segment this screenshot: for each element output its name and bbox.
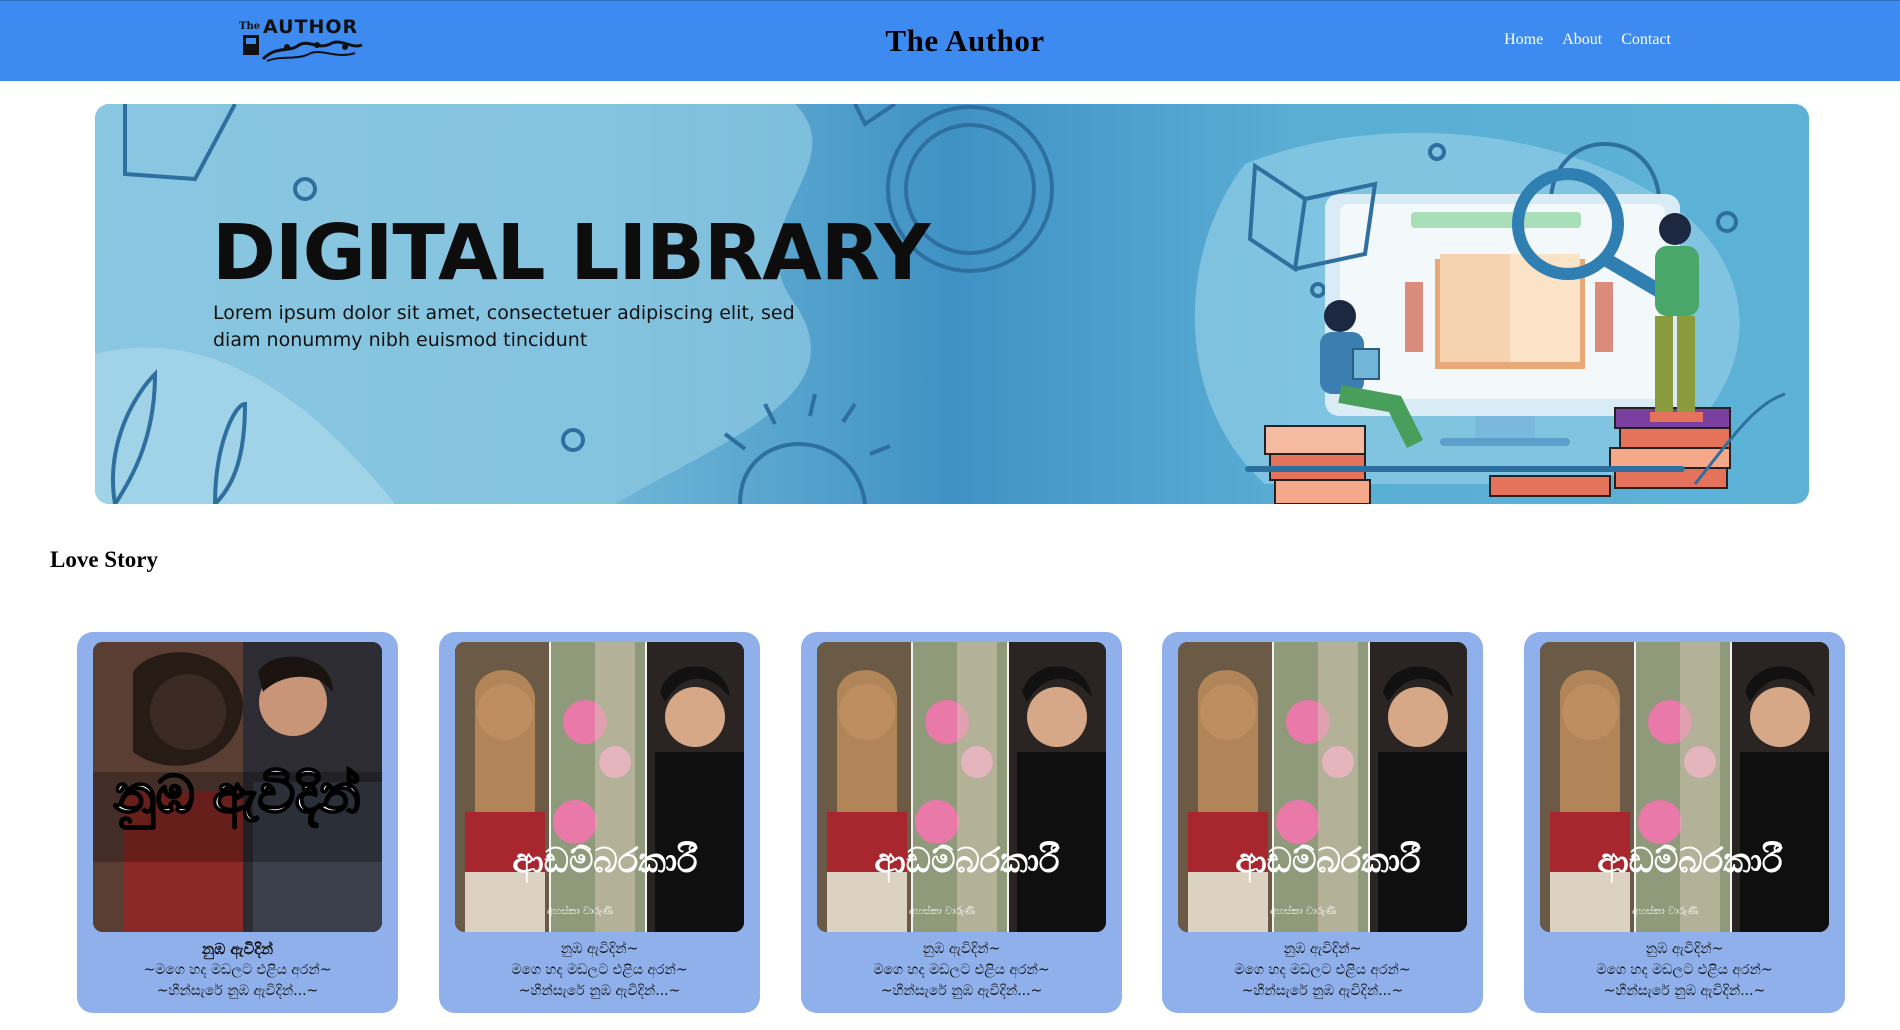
card-line-3: ~හීන්සැරේ නුඹ ඇවිදින්...~ (156, 983, 319, 999)
book-cover[interactable]: ආඩම්බරකාරී අහස්කා වාරුණී (817, 642, 1106, 932)
card-line-1: නුඹ ඇවිදින් (201, 940, 274, 958)
cover-author: අහස්කා වාරුණී (1632, 904, 1698, 917)
book-cover[interactable]: ආඩම්බරකාරී අහස්කා වාරුණී (455, 642, 744, 932)
cover-image: නුඹ ඇවිදින් (93, 642, 382, 932)
card-line-1: නුඹ ඇවිදින්~ (1283, 941, 1362, 957)
cover-title: නුඹ ඇවිදින් (114, 765, 361, 829)
cover-author: අහස්කා වාරුණී (547, 904, 613, 917)
top-navbar: The AUTHOR The Author Home About Contact (0, 0, 1900, 81)
book-cover[interactable]: නුඹ ඇවිදින් (93, 642, 382, 932)
card-description: නුඹ ඇවිදින් ~මගෙ හද මඩලට එළිය අරන්~ ~හීන… (77, 939, 398, 1002)
banner-title: DIGITAL LIBRARY (212, 209, 931, 298)
cover-title: ආඩම්බරකාරී (874, 840, 1060, 883)
cover-title: ආඩම්බරකාරී (512, 840, 698, 883)
cover-title: ආඩම්බරකාරී (1235, 840, 1421, 883)
card-line-1: නුඹ ඇවිදින්~ (560, 941, 639, 957)
cover-image: ආඩම්බරකාරී අහස්කා වාරුණී (1540, 642, 1829, 932)
card-line-2: ~මගෙ හද මඩලට එළිය අරන්~ (143, 962, 332, 978)
nav-about-link[interactable]: About (1562, 31, 1602, 49)
card-line-1: නුඹ ඇවිදින්~ (1645, 941, 1724, 957)
main-nav: Home About Contact (1504, 31, 1671, 49)
book-cover[interactable]: ආඩම්බරකාරී අහස්කා වාරුණී (1178, 642, 1467, 932)
card-line-2: මගෙ හද මඩලට එළිය අරන්~ (511, 962, 688, 978)
cover-image: ආඩම්බරකාරී අහස්කා වාරුණී (1178, 642, 1467, 932)
book-cover[interactable]: ආඩම්බරකාරී අහස්කා වාරුණී (1540, 642, 1829, 932)
nav-contact-link[interactable]: Contact (1621, 31, 1671, 49)
book-card[interactable]: නුඹ ඇවිදින් නුඹ ඇවිදින් ~මගෙ හද මඩලට එළි… (77, 632, 398, 1013)
card-line-3: ~හීන්සැරේ නුඹ ඇවිදින්...~ (1603, 983, 1766, 999)
cover-image: ආඩම්බරකාරී අහස්කා වාරුණී (455, 642, 744, 932)
book-card[interactable]: ආඩම්බරකාරී අහස්කා වාරුණී නුඹ ඇවිදින්~ මග… (439, 632, 760, 1013)
section-title: Love Story (50, 547, 158, 572)
book-card[interactable]: ආඩම්බරකාරී අහස්කා වාරුණී නුඹ ඇවිදින්~ මග… (1524, 632, 1845, 1013)
cover-author: අහස්කා වාරුණී (1270, 904, 1336, 917)
cover-author: අහස්කා වාරුණී (909, 904, 975, 917)
book-card-list: නුඹ ඇවිදින් නුඹ ඇවිදින් ~මගෙ හද මඩලට එළි… (77, 632, 1847, 1015)
card-description: නුඹ ඇවිදින්~ මගෙ හද මඩලට එළිය අරන්~ ~හීන… (1524, 939, 1845, 1002)
card-line-1: නුඹ ඇවිදින්~ (922, 941, 1001, 957)
banner-subtitle: Lorem ipsum dolor sit amet, consectetuer… (213, 302, 795, 351)
hero-banner: DIGITAL LIBRARY Lorem ipsum dolor sit am… (95, 104, 1809, 504)
card-line-2: මගෙ හද මඩලට එළිය අරන්~ (1596, 962, 1773, 978)
cover-image: ආඩම්බරකාරී අහස්කා වාරුණී (817, 642, 1106, 932)
cover-title: ආඩම්බරකාරී (1597, 840, 1783, 883)
nav-home-link[interactable]: Home (1504, 31, 1543, 49)
book-card[interactable]: ආඩම්බරකාරී අහස්කා වාරුණී නුඹ ඇවිදින්~ මග… (801, 632, 1122, 1013)
card-description: නුඹ ඇවිදින්~ මගෙ හද මඩලට එළිය අරන්~ ~හීන… (439, 939, 760, 1002)
card-description: නුඹ ඇවිදින්~ මගෙ හද මඩලට එළිය අරන්~ ~හීන… (801, 939, 1122, 1002)
card-description: නුඹ ඇවිදින්~ මගෙ හද මඩලට එළිය අරන්~ ~හීන… (1162, 939, 1483, 1002)
card-line-3: ~හීන්සැරේ නුඹ ඇවිදින්...~ (518, 983, 681, 999)
book-card[interactable]: ආඩම්බරකාරී අහස්කා වාරුණී නුඹ ඇවිදින්~ මග… (1162, 632, 1483, 1013)
card-line-2: මගෙ හද මඩලට එළිය අරන්~ (873, 962, 1050, 978)
card-line-2: මගෙ හද මඩලට එළිය අරන්~ (1234, 962, 1411, 978)
card-line-3: ~හීන්සැරේ නුඹ ඇවිදින්...~ (880, 983, 1043, 999)
card-line-3: ~හීන්සැරේ නුඹ ඇවිදින්...~ (1241, 983, 1404, 999)
